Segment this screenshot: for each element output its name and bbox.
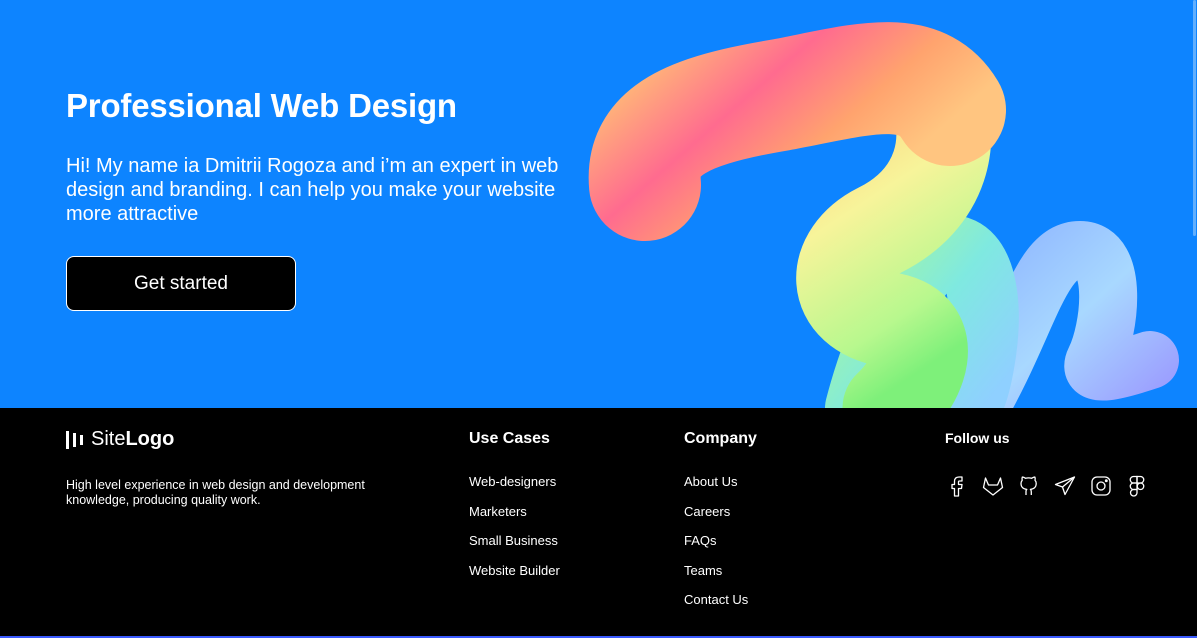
use-case-item[interactable]: Web-designers	[469, 474, 560, 504]
company-item[interactable]: Careers	[684, 504, 757, 534]
logo-text-site: Site	[91, 428, 126, 450]
company-link[interactable]: Contact Us	[684, 592, 748, 607]
company-title: Company	[684, 430, 757, 447]
use-case-link[interactable]: Marketers	[469, 504, 527, 519]
use-case-item[interactable]: Website Builder	[469, 563, 560, 593]
use-cases-title: Use Cases	[469, 430, 550, 447]
follow-us-section: Follow us	[945, 430, 1149, 498]
scrollbar-thumb[interactable]	[1193, 0, 1196, 236]
instagram-icon[interactable]	[1089, 474, 1113, 498]
hero-title: Professional Web Design	[66, 87, 457, 124]
use-case-link[interactable]: Website Builder	[469, 563, 560, 578]
company-link[interactable]: About Us	[684, 474, 737, 489]
hero-text: Professional Web Design Hi! My name ia D…	[66, 86, 586, 226]
use-cases-column: Use Cases Web-designers Marketers Small …	[469, 430, 560, 592]
follow-us-title: Follow us	[945, 430, 1010, 446]
use-case-link[interactable]: Small Business	[469, 533, 558, 548]
github-icon[interactable]	[1017, 474, 1041, 498]
use-case-item[interactable]: Marketers	[469, 504, 560, 534]
figma-icon[interactable]	[1125, 474, 1149, 498]
use-case-link[interactable]: Web-designers	[469, 474, 556, 489]
telegram-icon[interactable]	[1053, 474, 1077, 498]
logo-text-logo: Logo	[125, 428, 175, 450]
abstract-3d-shape	[588, 22, 1179, 408]
footer-description: High level experience in web design and …	[66, 478, 365, 507]
hero-section: Professional Web Design Hi! My name ia D…	[0, 0, 1197, 408]
logo-mark-icon	[66, 430, 83, 449]
company-link[interactable]: FAQs	[684, 533, 717, 548]
company-column: Company About Us Careers FAQs Teams Cont…	[684, 430, 757, 622]
company-item[interactable]: Teams	[684, 563, 757, 593]
company-item[interactable]: Contact Us	[684, 592, 757, 622]
footer: Site Logo High level experience in web de…	[0, 408, 1197, 638]
scrollbar[interactable]	[1191, 0, 1197, 408]
social-icons	[945, 474, 1149, 498]
gitlab-icon[interactable]	[981, 474, 1005, 498]
company-link[interactable]: Careers	[684, 504, 730, 519]
facebook-icon[interactable]	[945, 474, 969, 498]
company-item[interactable]: FAQs	[684, 533, 757, 563]
company-link[interactable]: Teams	[684, 563, 722, 578]
get-started-button[interactable]: Get started	[66, 256, 296, 311]
company-item[interactable]: About Us	[684, 474, 757, 504]
site-logo[interactable]: Site Logo	[66, 428, 174, 451]
hero-description: Hi! My name ia Dmitrii Rogoza and i’m an…	[66, 155, 559, 225]
use-case-item[interactable]: Small Business	[469, 533, 560, 563]
